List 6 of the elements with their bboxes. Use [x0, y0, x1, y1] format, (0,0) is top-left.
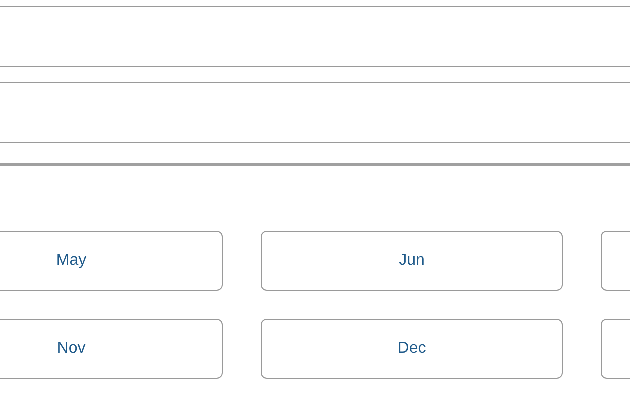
month-button[interactable]: Jun: [261, 231, 563, 291]
month-button[interactable]: May: [0, 231, 223, 291]
month-button[interactable]: Nov: [0, 319, 223, 379]
month-button[interactable]: [601, 231, 630, 291]
month-button[interactable]: Dec: [261, 319, 563, 379]
month-button[interactable]: [601, 319, 630, 379]
